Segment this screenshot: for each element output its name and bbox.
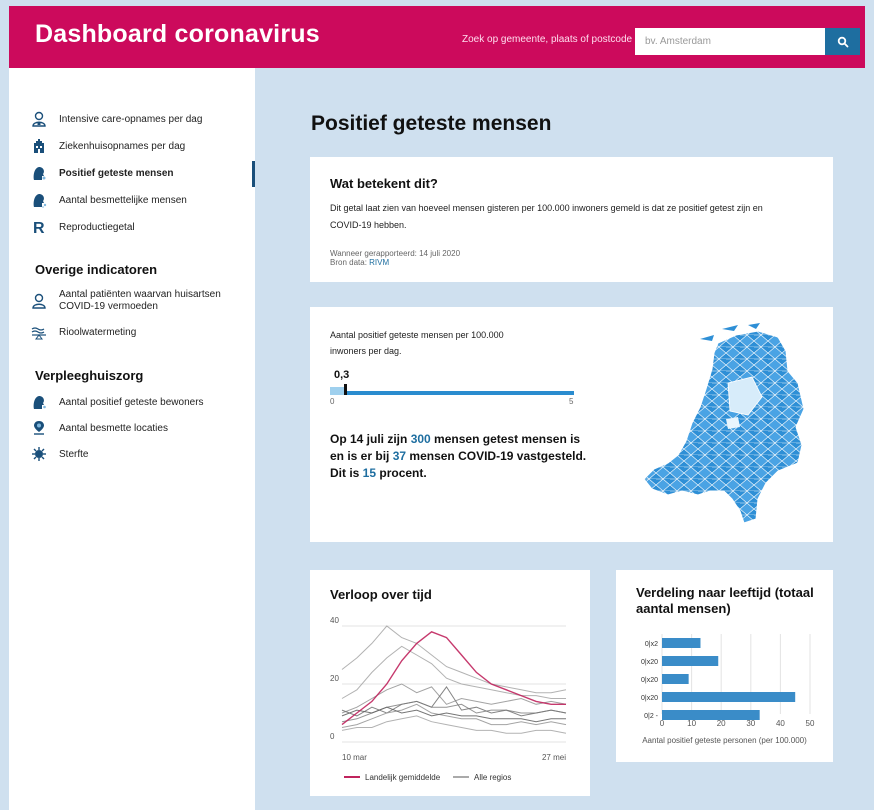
sidebar-item-label: Aantal patiënten waarvan huisartsen [59, 289, 221, 300]
sidebar-item-intensive-care[interactable]: Intensive care-opnames per dag [31, 111, 202, 127]
sidebar-item-label: Positief geteste mensen [59, 167, 174, 179]
location-icon [31, 420, 47, 436]
sidebar-item-label: Sterfte [59, 448, 89, 460]
reported-date: Wanneer gerapporteerd: 14 juli 2020 [330, 249, 461, 258]
trend-chart: 0 20 40 10 mar 27 mei Landelijk gemiddelde All… [330, 616, 567, 782]
sidebar: Intensive care-opnames per dag Ziekenhui… [9, 68, 255, 810]
age-card: Verdeling naar leeftijd (totaal aantal m… [616, 570, 833, 762]
age-chart: 0 10 20 30 40 50 0|x2 0|x20 0|x20 0|x20 0|2 - [641, 634, 815, 728]
sidebar-item-hospital[interactable]: Ziekenhuisopnames per dag [31, 138, 185, 154]
info-text: Dit getal laat zien van hoeveel mensen g… [330, 203, 763, 230]
sewer-icon [31, 324, 47, 340]
info-card: Wat betekent dit? Dit getal laat zien va… [310, 157, 833, 282]
sidebar-item-label: Aantal besmettelijke mensen [59, 194, 187, 206]
positive-percent: 15 [362, 466, 377, 480]
app-title[interactable]: Dashboard coronavirus [35, 20, 320, 49]
doctor-icon [31, 111, 47, 127]
metric-label: Aantal positief geteste mensen per 100.0… [330, 330, 504, 356]
x-tick-label: 30 [746, 719, 755, 728]
y-tick-label: 0|x20 [641, 659, 658, 666]
gauge-fill [330, 387, 345, 395]
y-tick-label: 0|2 - [644, 713, 659, 720]
search-button[interactable] [825, 28, 860, 55]
x-tick-label: 10 mar [342, 753, 367, 762]
series-line-region [341, 706, 566, 723]
sidebar-item-infected-locations[interactable]: Aantal besmette locaties [31, 420, 168, 436]
header-bar: Dashboard coronavirus Zoek op gemeente, … [9, 6, 865, 68]
gauge-max: 5 [569, 397, 574, 406]
sidebar-item-label: Ziekenhuisopnames per dag [59, 140, 186, 152]
tested-count: 300 [410, 432, 431, 446]
age-bar [662, 674, 689, 684]
series-line-region [341, 715, 567, 734]
sidebar-item-label: Rioolwatermeting [59, 326, 137, 338]
metric-card: Aantal positief geteste mensen per 100.0… [310, 307, 833, 542]
search-icon [837, 36, 848, 47]
metric-value: 0,3 [334, 369, 350, 381]
head-virus-icon [31, 165, 47, 181]
sidebar-item-sewer[interactable]: Rioolwatermeting [31, 324, 136, 340]
y-tick-label: 0|x20 [641, 677, 658, 684]
legend-label-national: Landelijk gemiddelde [365, 773, 441, 782]
x-tick-label: 27 mei [542, 753, 566, 762]
sidebar-item-label: Aantal besmette locaties [59, 422, 168, 434]
virus-icon [31, 446, 47, 462]
y-tick-label: 0|x20 [641, 695, 658, 702]
search-input[interactable] [635, 28, 825, 55]
info-meta: Wanneer gerapporteerd: 14 juli 2020 Bron… [330, 249, 460, 267]
y-tick-label: 0 [330, 732, 335, 741]
y-tick-label: 0|x2 [645, 641, 658, 648]
series-line-region [341, 625, 567, 694]
netherlands-map[interactable] [628, 323, 818, 533]
source-link[interactable]: RIVM [369, 258, 389, 267]
sidebar-item-contagious[interactable]: Aantal besmettelijke mensen [31, 192, 187, 208]
x-tick-label: 0 [660, 719, 665, 728]
page-title: Positief geteste mensen [311, 112, 552, 135]
svg-text:R: R [33, 220, 45, 235]
age-bar [662, 710, 760, 720]
sidebar-item-positive-tested[interactable]: Positief geteste mensen [31, 165, 173, 181]
sidebar-item-label: COVID-19 vermoeden [59, 301, 158, 312]
legend-label-regions: Alle regios [474, 773, 511, 782]
head-virus-icon [31, 192, 47, 208]
trend-card: Verloop over tijd 0 20 40 10 mar 27 mei Lande… [310, 570, 590, 796]
series-line-region [341, 703, 567, 728]
search-label: Zoek op gemeente, plaats of postcode [462, 34, 633, 45]
age-bar [662, 656, 719, 666]
r-icon: R [31, 219, 47, 235]
metric-summary: Op 14 juli zijn 300 mensen getest mensen… [330, 432, 587, 480]
gauge-track [330, 391, 574, 395]
hospital-icon [31, 138, 47, 154]
x-tick-label: 40 [776, 719, 785, 728]
series-line-region [341, 645, 566, 699]
nursing-care-heading: Verpleeghuiszorg [35, 368, 144, 383]
x-tick-label: 10 [687, 719, 696, 728]
other-indicators-heading: Overige indicatoren [35, 262, 158, 277]
sidebar-item-reproduction[interactable]: R Reproductiegetal [31, 219, 135, 235]
gauge-min: 0 [330, 397, 335, 406]
sidebar-item-mortality[interactable]: Sterfte [31, 446, 88, 462]
age-axis-title: Aantal positief geteste personen (per 10… [642, 736, 807, 745]
sidebar-item-positive-residents[interactable]: Aantal positief geteste bewoners [31, 394, 204, 410]
active-indicator [252, 161, 255, 187]
head-virus-icon [31, 394, 47, 410]
x-tick-label: 50 [806, 719, 815, 728]
sidebar-item-label: Reproductiegetal [59, 221, 135, 233]
sidebar-item-label: Aantal positief geteste bewoners [59, 396, 204, 408]
info-title: Wat betekent dit? [330, 176, 438, 191]
y-tick-label: 40 [330, 616, 339, 625]
x-tick-label: 20 [717, 719, 726, 728]
age-bar [662, 692, 796, 702]
gauge-marker [343, 384, 347, 395]
source-label: Bron data: [330, 258, 367, 267]
sidebar-item-gp-patients[interactable]: Aantal patiënten waarvan huisartsen COVI… [31, 289, 221, 313]
doctor-icon [31, 293, 47, 309]
sidebar-item-label: Intensive care-opnames per dag [59, 113, 203, 125]
y-tick-label: 20 [330, 674, 339, 683]
age-bar [662, 638, 701, 648]
positive-count: 37 [392, 449, 407, 463]
series-line-national [341, 631, 566, 726]
